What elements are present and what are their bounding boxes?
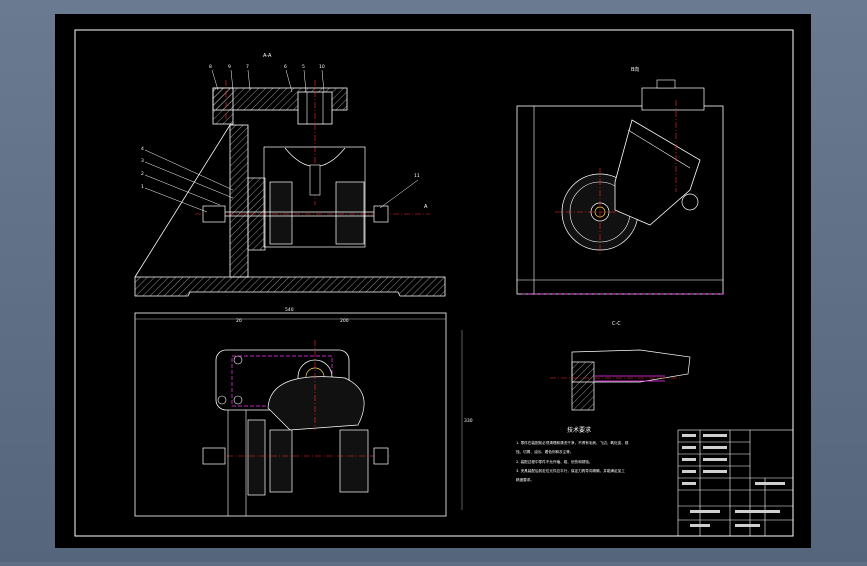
lower-disc xyxy=(267,376,365,431)
part-num-top-1: 9 xyxy=(228,64,231,70)
part-num-left-3: 1 xyxy=(141,184,144,190)
part-num-right: 11 xyxy=(414,173,420,179)
tech-req-line-0: 1. 零件在装配前必须清理和清洗干净，不得有毛刺、飞边、氧化皮、锈 xyxy=(516,440,629,445)
tech-req-line-4: 精度要求。 xyxy=(516,477,534,482)
part-num-left-2: 2 xyxy=(141,171,144,177)
marker-a: A xyxy=(424,204,428,210)
section-cc-label: C-C xyxy=(612,321,621,327)
tech-req-line-3: 3. 夹具装配后其定位元件应平行，保证刀具导向精确，并能满足加工 xyxy=(516,468,625,473)
tech-req-title: 技术要求 xyxy=(567,426,591,434)
part-num-left-0: 4 xyxy=(141,146,144,152)
top-plate-block xyxy=(212,87,234,125)
nut-left xyxy=(202,205,226,223)
top-boss xyxy=(641,87,705,111)
part-num-top-2: 7 xyxy=(246,64,249,70)
dim-height: 330 xyxy=(464,418,473,424)
part-num-top-0: 8 xyxy=(209,64,212,70)
part-num-top-4: 5 xyxy=(302,64,305,70)
part-num-top-3: 6 xyxy=(284,64,287,70)
nut-right xyxy=(373,205,389,223)
cad-viewport[interactable]: A-A A 8 9 7 6 5 10 4 3 2 1 11 B向 540 20 … xyxy=(0,0,867,562)
section-aa-label: A-A xyxy=(263,53,272,59)
tech-req-line-1: 蚀、切屑、油污、着色剂和灰尘等。 xyxy=(516,449,574,454)
part-num-left-1: 3 xyxy=(141,158,144,164)
drawing-canvas[interactable]: A-A A 8 9 7 6 5 10 4 3 2 1 11 B向 540 20 … xyxy=(0,0,867,562)
view-b-label: B向 xyxy=(631,66,639,73)
vertical-column xyxy=(229,124,249,278)
dim-left-offset: 20 xyxy=(236,318,242,324)
dim-right-span: 200 xyxy=(340,318,349,324)
dim-overall-width: 540 xyxy=(285,307,294,313)
part-num-top-5: 10 xyxy=(319,64,325,70)
tech-req-line-2: 2. 装配过程中零件不允许磕、碰、划伤和锈蚀。 xyxy=(516,459,592,464)
